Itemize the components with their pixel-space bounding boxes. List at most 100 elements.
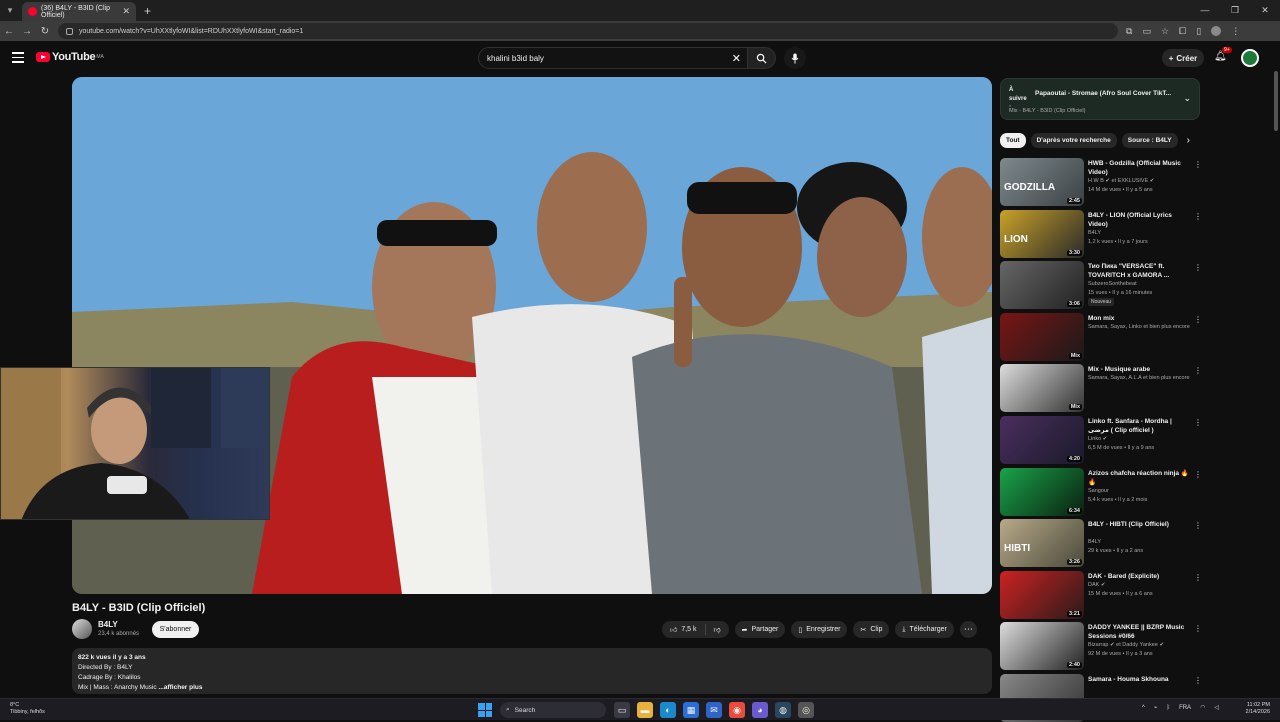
channel-name[interactable]: B4LY — [98, 620, 118, 629]
wifi-icon[interactable]: ◠ — [1200, 704, 1205, 711]
more-options-icon[interactable]: ⋮ — [1194, 624, 1202, 633]
recommendation-title[interactable]: Mon mix — [1088, 314, 1192, 323]
recommendation-title[interactable]: B4LY - HIBTI (Clip Officiel) — [1088, 520, 1192, 529]
more-actions-button[interactable]: ⋯ — [959, 621, 977, 638]
recommendation-title[interactable]: B4LY - LION (Official Lyrics Video) — [1088, 211, 1192, 229]
language-indicator[interactable]: FRA — [1179, 705, 1191, 711]
video-thumbnail[interactable]: 6:34 — [1000, 468, 1084, 516]
clear-search-icon[interactable]: ✕ — [732, 52, 741, 65]
search-button[interactable] — [748, 47, 776, 69]
system-clock[interactable]: 11:02 PM 2/14/2026 — [1240, 702, 1270, 716]
recommendation-title[interactable]: Azizos chafcha réaction ninja 🔥🔥 — [1088, 469, 1192, 487]
recommendation-item[interactable]: 6:34 Azizos chafcha réaction ninja 🔥🔥 Sang… — [1000, 468, 1205, 516]
more-options-icon[interactable]: ⋮ — [1194, 212, 1202, 221]
description-box[interactable]: 822 k vues il y a 3 ans Directed By : B4… — [72, 648, 992, 694]
voice-search-button[interactable] — [784, 47, 806, 69]
obs-icon[interactable]: ◎ — [798, 702, 814, 718]
create-button[interactable]: + Créer — [1162, 49, 1204, 67]
recommendation-title[interactable]: Mix - Musique arabe — [1088, 365, 1192, 374]
chip-related-search[interactable]: D'après votre recherche — [1030, 133, 1117, 148]
dislike-button[interactable]: 👎︎ — [706, 625, 729, 634]
youtube-logo[interactable]: YouTube MA — [36, 51, 104, 63]
recommendation-item[interactable]: 4:20 Linko ft. Sanfara - Mordha | مرضى ( … — [1000, 416, 1205, 464]
download-button[interactable]: ⤓ Télécharger — [895, 621, 954, 638]
more-options-icon[interactable]: ⋮ — [1194, 573, 1202, 582]
chrome-icon[interactable]: ◉ — [729, 702, 745, 718]
forward-icon[interactable]: → — [18, 26, 36, 37]
video-thumbnail[interactable]: 3:21 — [1000, 571, 1084, 619]
site-info-icon[interactable] — [66, 27, 73, 35]
up-next-card[interactable]: À suivre : Papaoutai - Stromae (Afro Sou… — [1000, 78, 1200, 120]
video-thumbnail[interactable]: Mix — [1000, 313, 1084, 361]
mail-icon[interactable]: ✉ — [706, 702, 722, 718]
chip-all[interactable]: Tout — [1000, 133, 1026, 148]
weather-widget[interactable]: 8°C Tibbiny, felhős — [10, 702, 45, 716]
subscribe-button[interactable]: S'abonner — [152, 621, 199, 638]
search-input[interactable]: khalini b3id baly ✕ — [478, 47, 748, 69]
more-options-icon[interactable]: ⋮ — [1194, 521, 1202, 530]
back-icon[interactable]: ← — [0, 26, 18, 37]
more-options-icon[interactable]: ⋮ — [1194, 418, 1202, 427]
more-options-icon[interactable]: ⋮ — [1194, 263, 1202, 272]
recommendation-title[interactable]: DAK - Bared (Explicite) — [1088, 572, 1192, 581]
recommendation-title[interactable]: Samara - Houma Skhouna — [1088, 675, 1192, 684]
account-avatar[interactable] — [1241, 49, 1259, 67]
video-thumbnail[interactable]: 2:40 — [1000, 622, 1084, 670]
extensions-icon[interactable]: ⧠ — [1179, 26, 1186, 37]
tray-expand-icon[interactable]: ^ — [1142, 705, 1145, 711]
chevron-right-icon[interactable]: › — [1187, 135, 1190, 146]
bluetooth-icon[interactable]: ᛒ — [1166, 705, 1170, 711]
taskbar-search[interactable]: ⌕ Search — [500, 702, 606, 718]
window-close-button[interactable]: ✕ — [1250, 0, 1280, 21]
recommendation-title[interactable]: Тио Пика "VERSACE" ft. TOVARITCH x GAMOR… — [1088, 262, 1192, 280]
url-bar[interactable]: youtube.com/watch?v=UhXXtlyfoWI&list=RDU… — [58, 23, 1118, 39]
sidebar-icon[interactable]: ▯ — [1196, 26, 1201, 37]
windows-start-icon[interactable] — [478, 703, 492, 717]
page-scrollbar[interactable] — [1272, 41, 1280, 698]
video-thumbnail[interactable]: Mix — [1000, 364, 1084, 412]
store-icon[interactable]: ▦ — [683, 702, 699, 718]
more-options-icon[interactable]: ⋮ — [1194, 160, 1202, 169]
more-options-icon[interactable]: ⋮ — [1194, 470, 1202, 479]
recommendation-title[interactable]: Linko ft. Sanfara - Mordha | مرضى ( Clip… — [1088, 417, 1192, 435]
video-thumbnail[interactable]: GODZILLA 2:45 — [1000, 158, 1084, 206]
network-icon[interactable]: ⌁ — [1154, 704, 1158, 711]
more-options-icon[interactable]: ⋮ — [1194, 676, 1202, 685]
recommendation-title[interactable]: DADDY YANKEE || BZRP Music Sessions #0/6… — [1088, 623, 1192, 641]
channel-avatar[interactable] — [72, 619, 92, 639]
minimize-button[interactable]: — — [1190, 0, 1220, 21]
recommendation-item[interactable]: Mix Mix - Musique arabe Samara, Sayax, A.L… — [1000, 364, 1205, 412]
more-options-icon[interactable]: ⋮ — [1194, 315, 1202, 324]
discord-icon[interactable]: ◕ — [752, 702, 768, 718]
recommendation-item[interactable]: Mix Mon mix Samara, Sayax, Linko et bien p… — [1000, 313, 1205, 361]
edge-icon[interactable]: ◐ — [660, 702, 676, 718]
video-thumbnail[interactable]: 3:06 — [1000, 261, 1084, 309]
scrollbar-thumb[interactable] — [1274, 71, 1278, 131]
recommendation-item[interactable]: 2:40 DADDY YANKEE || BZRP Music Sessions … — [1000, 622, 1205, 670]
volume-icon[interactable]: ◁ — [1214, 704, 1219, 711]
share-button[interactable]: ➦ Partager — [734, 621, 786, 638]
recommendation-item[interactable]: 3:21 DAK - Bared (Explicite) DAK ✔ 15 M de … — [1000, 571, 1205, 619]
task-view-icon[interactable]: ▭ — [614, 702, 630, 718]
profile-avatar[interactable] — [1211, 25, 1222, 36]
browser-tab-active[interactable]: (36) B4LY - B3ID (Clip Officiel) ✕ — [22, 2, 136, 21]
new-tab-button[interactable]: + — [144, 4, 151, 18]
tab-search-icon[interactable]: ▾ — [0, 0, 20, 21]
recommendation-title[interactable]: HWB - Godzilla (Official Music Video) — [1088, 159, 1192, 177]
video-thumbnail[interactable]: 4:20 — [1000, 416, 1084, 464]
recommendation-item[interactable]: 3:06 Тио Пика "VERSACE" ft. TOVARITCH x G… — [1000, 261, 1205, 309]
video-thumbnail[interactable]: HIBTI 3:26 — [1000, 519, 1084, 567]
bookmark-star-icon[interactable]: ☆ — [1161, 26, 1169, 37]
file-explorer-icon[interactable]: ▬ — [637, 702, 653, 718]
reload-icon[interactable]: ↻ — [36, 26, 54, 37]
show-more-link[interactable]: ...afficher plus — [158, 684, 202, 691]
save-button[interactable]: ▯ Enregistrer — [791, 621, 848, 638]
tab-close-icon[interactable]: ✕ — [122, 6, 130, 17]
menu-icon[interactable] — [12, 52, 24, 63]
chip-source[interactable]: Source : B4LY — [1121, 133, 1178, 148]
browser-menu-icon[interactable]: ⋮ — [1231, 26, 1240, 37]
like-button[interactable]: 👍︎ 7,5 k — [662, 624, 706, 635]
recommendation-item[interactable]: LION 3:30 B4LY - LION (Official Lyrics Vid… — [1000, 210, 1205, 258]
chevron-down-icon[interactable]: ⌄ — [1183, 93, 1191, 104]
steam-icon[interactable]: ◍ — [775, 702, 791, 718]
